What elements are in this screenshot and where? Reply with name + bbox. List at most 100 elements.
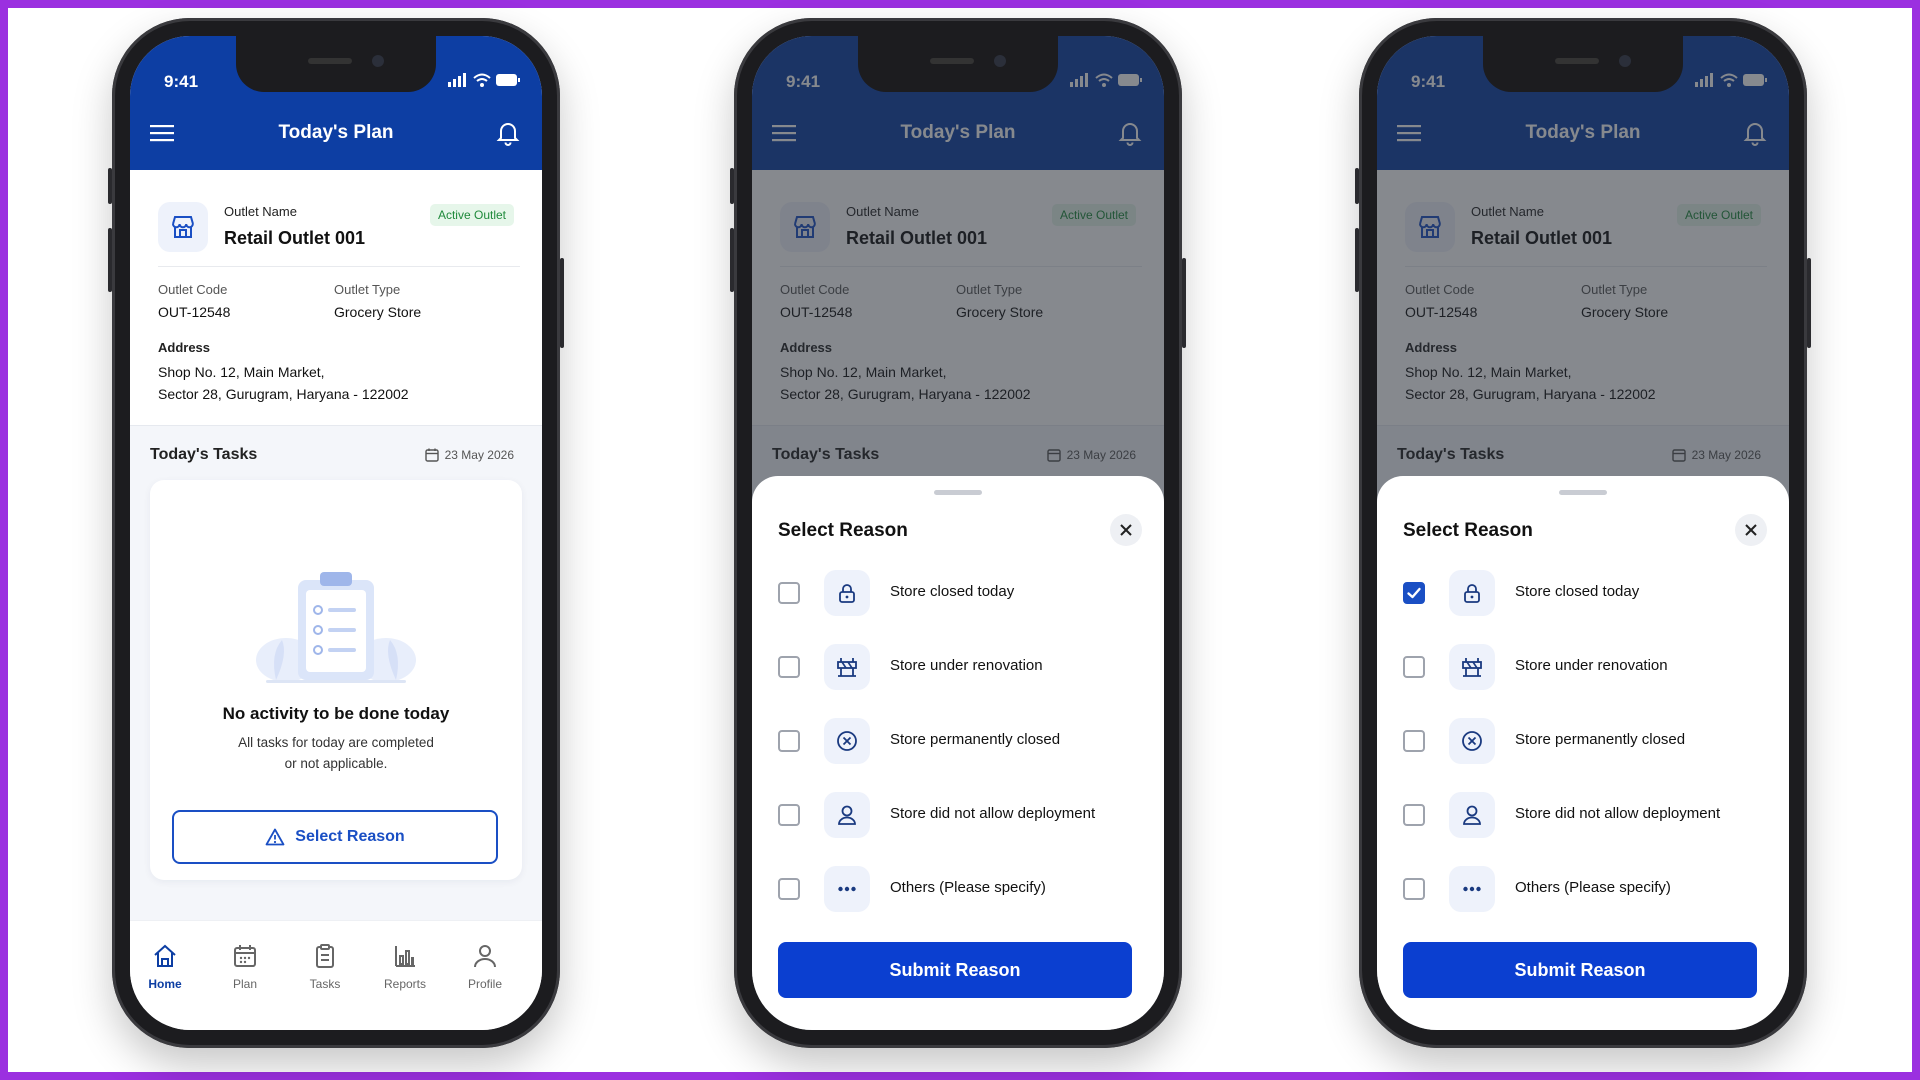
nav-item-tasks[interactable]: Tasks <box>290 943 360 991</box>
reason-checkbox[interactable] <box>1403 878 1425 900</box>
nav-label-home: Home <box>148 977 182 991</box>
reason-checkbox[interactable] <box>778 582 800 604</box>
divider <box>158 266 520 267</box>
checkmark-icon <box>1407 587 1421 599</box>
address-line-2: Sector 28, Gurugram, Haryana - 122002 <box>158 386 409 402</box>
nav-label-plan: Plan <box>232 977 258 991</box>
x-circle-icon <box>837 731 857 751</box>
empty-state-subtitle-line-2: or not applicable. <box>284 756 388 771</box>
empty-state-title: No activity to be done today <box>222 704 450 723</box>
x-circle-icon <box>1462 731 1482 751</box>
select-reason-label: Select Reason <box>295 828 405 845</box>
barrier-icon <box>1462 658 1482 677</box>
lock-icon <box>1464 584 1480 603</box>
clipboard-illustration-icon <box>256 572 416 683</box>
close-icon <box>1120 524 1132 536</box>
status-badge: Active Outlet <box>429 204 514 226</box>
reason-checkbox[interactable] <box>778 656 800 678</box>
more-dots-icon <box>838 886 856 892</box>
reason-label: Store under renovation <box>890 657 1043 674</box>
lock-icon <box>839 584 855 603</box>
reason-label: Store under renovation <box>1515 657 1668 674</box>
outlet-type: Grocery Store <box>334 304 422 320</box>
barrier-icon <box>837 658 857 677</box>
reason-option-others[interactable]: Others (Please specify) <box>1403 862 1763 914</box>
calendar-icon <box>424 448 439 462</box>
user-icon <box>838 805 856 825</box>
reason-option-closed-today[interactable]: Store closed today <box>778 566 1138 618</box>
page-title: Today's Plan <box>278 122 394 143</box>
close-icon <box>1745 524 1757 536</box>
select-reason-button[interactable]: Select Reason <box>172 810 498 864</box>
status-time: 9:41 <box>164 72 199 91</box>
close-button[interactable] <box>1735 514 1767 546</box>
drag-handle[interactable] <box>1559 490 1607 495</box>
phone-screen: 9:41 Today's Plan Outlet Name Retail Out… <box>130 36 542 1030</box>
nav-label-profile: Profile <box>467 977 502 991</box>
reason-checkbox[interactable] <box>1403 804 1425 826</box>
phone-mockup-plan: 9:41 Today's Plan Outlet Name Retail Out… <box>108 18 564 1048</box>
outlet-name-label: Outlet Name <box>224 204 297 219</box>
reason-option-permanently-closed[interactable]: Store permanently closed <box>778 714 1138 766</box>
empty-state-card: No activity to be done today All tasks f… <box>150 480 522 880</box>
outlet-card: Outlet Name Retail Outlet 001 Active Out… <box>130 170 542 426</box>
sheet-title: Select Reason <box>1403 520 1533 541</box>
phone-mockup-reason-sheet: 9:41 Today's Plan Outlet Name Retail Out… <box>730 18 1186 1048</box>
phone-screen: 9:41 Today's Plan Outlet Name Retail Out… <box>752 36 1164 1030</box>
reason-checkbox[interactable] <box>1403 730 1425 752</box>
bell-icon[interactable] <box>496 120 520 146</box>
more-dots-icon <box>1463 886 1481 892</box>
submit-reason-button[interactable]: Submit Reason <box>778 942 1132 998</box>
calendar-icon <box>234 945 256 967</box>
nav-label-reports: Reports <box>383 977 427 991</box>
empty-state-subtitle-line-1: All tasks for today are completed <box>238 735 434 750</box>
reason-checkbox[interactable] <box>1403 656 1425 678</box>
notch <box>1483 36 1683 92</box>
reason-option-permanently-closed[interactable]: Store permanently closed <box>1403 714 1763 766</box>
user-icon <box>474 945 496 968</box>
address-label: Address <box>158 340 211 355</box>
drag-handle[interactable] <box>934 490 982 495</box>
reason-checkbox[interactable] <box>778 878 800 900</box>
tasks-header: Today's Tasks <box>150 446 258 463</box>
reason-option-closed-today[interactable]: Store closed today <box>1403 566 1763 618</box>
bottom-nav: Home Plan Tasks Reports Profile <box>130 920 542 1030</box>
notch <box>236 36 436 92</box>
reason-label: Others (Please specify) <box>1515 879 1671 896</box>
reason-label: Store closed today <box>1515 583 1640 600</box>
presentation-canvas: 9:41 Today's Plan Outlet Name Retail Out… <box>8 8 1912 1072</box>
nav-item-profile[interactable]: Profile <box>450 943 520 991</box>
outlet-code-label: Outlet Code <box>158 282 228 297</box>
user-icon <box>1463 805 1481 825</box>
nav-item-plan[interactable]: Plan <box>210 943 280 991</box>
nav-item-reports[interactable]: Reports <box>370 943 440 991</box>
nav-item-home[interactable]: Home <box>130 943 200 991</box>
reason-label: Store permanently closed <box>1515 731 1686 748</box>
submit-reason-button[interactable]: Submit Reason <box>1403 942 1757 998</box>
home-icon <box>154 944 176 967</box>
reason-checkbox[interactable] <box>778 730 800 752</box>
reason-label: Store permanently closed <box>890 731 1061 748</box>
notch <box>858 36 1058 92</box>
reason-label: Store did not allow deployment <box>1515 805 1721 822</box>
select-reason-sheet: Select Reason Store closed today Store u… <box>1377 476 1789 1030</box>
reason-option-no-deployment[interactable]: Store did not allow deployment <box>1403 788 1763 840</box>
outlet-type-label: Outlet Type <box>334 282 401 297</box>
select-reason-sheet: Select Reason Store closed today Store u… <box>752 476 1164 1030</box>
reason-option-others[interactable]: Others (Please specify) <box>778 862 1138 914</box>
empty-state-subtitle: All tasks for today are completed or not… <box>210 732 462 774</box>
bar-chart-icon <box>395 946 415 967</box>
status-icons <box>448 73 520 87</box>
reason-option-no-deployment[interactable]: Store did not allow deployment <box>778 788 1138 840</box>
reason-label: Store did not allow deployment <box>890 805 1096 822</box>
reason-checkbox-checked[interactable] <box>1403 582 1425 604</box>
reason-checkbox[interactable] <box>778 804 800 826</box>
phone-mockup-reason-selected: 9:41 Today's Plan Outlet Name Retail Out… <box>1355 18 1811 1048</box>
warning-icon <box>265 828 285 846</box>
reason-option-renovation[interactable]: Store under renovation <box>1403 640 1763 692</box>
outlet-name: Retail Outlet 001 <box>224 228 366 248</box>
reason-option-renovation[interactable]: Store under renovation <box>778 640 1138 692</box>
outlet-code: OUT-12548 <box>158 304 231 320</box>
close-button[interactable] <box>1110 514 1142 546</box>
reason-label: Store closed today <box>890 583 1015 600</box>
